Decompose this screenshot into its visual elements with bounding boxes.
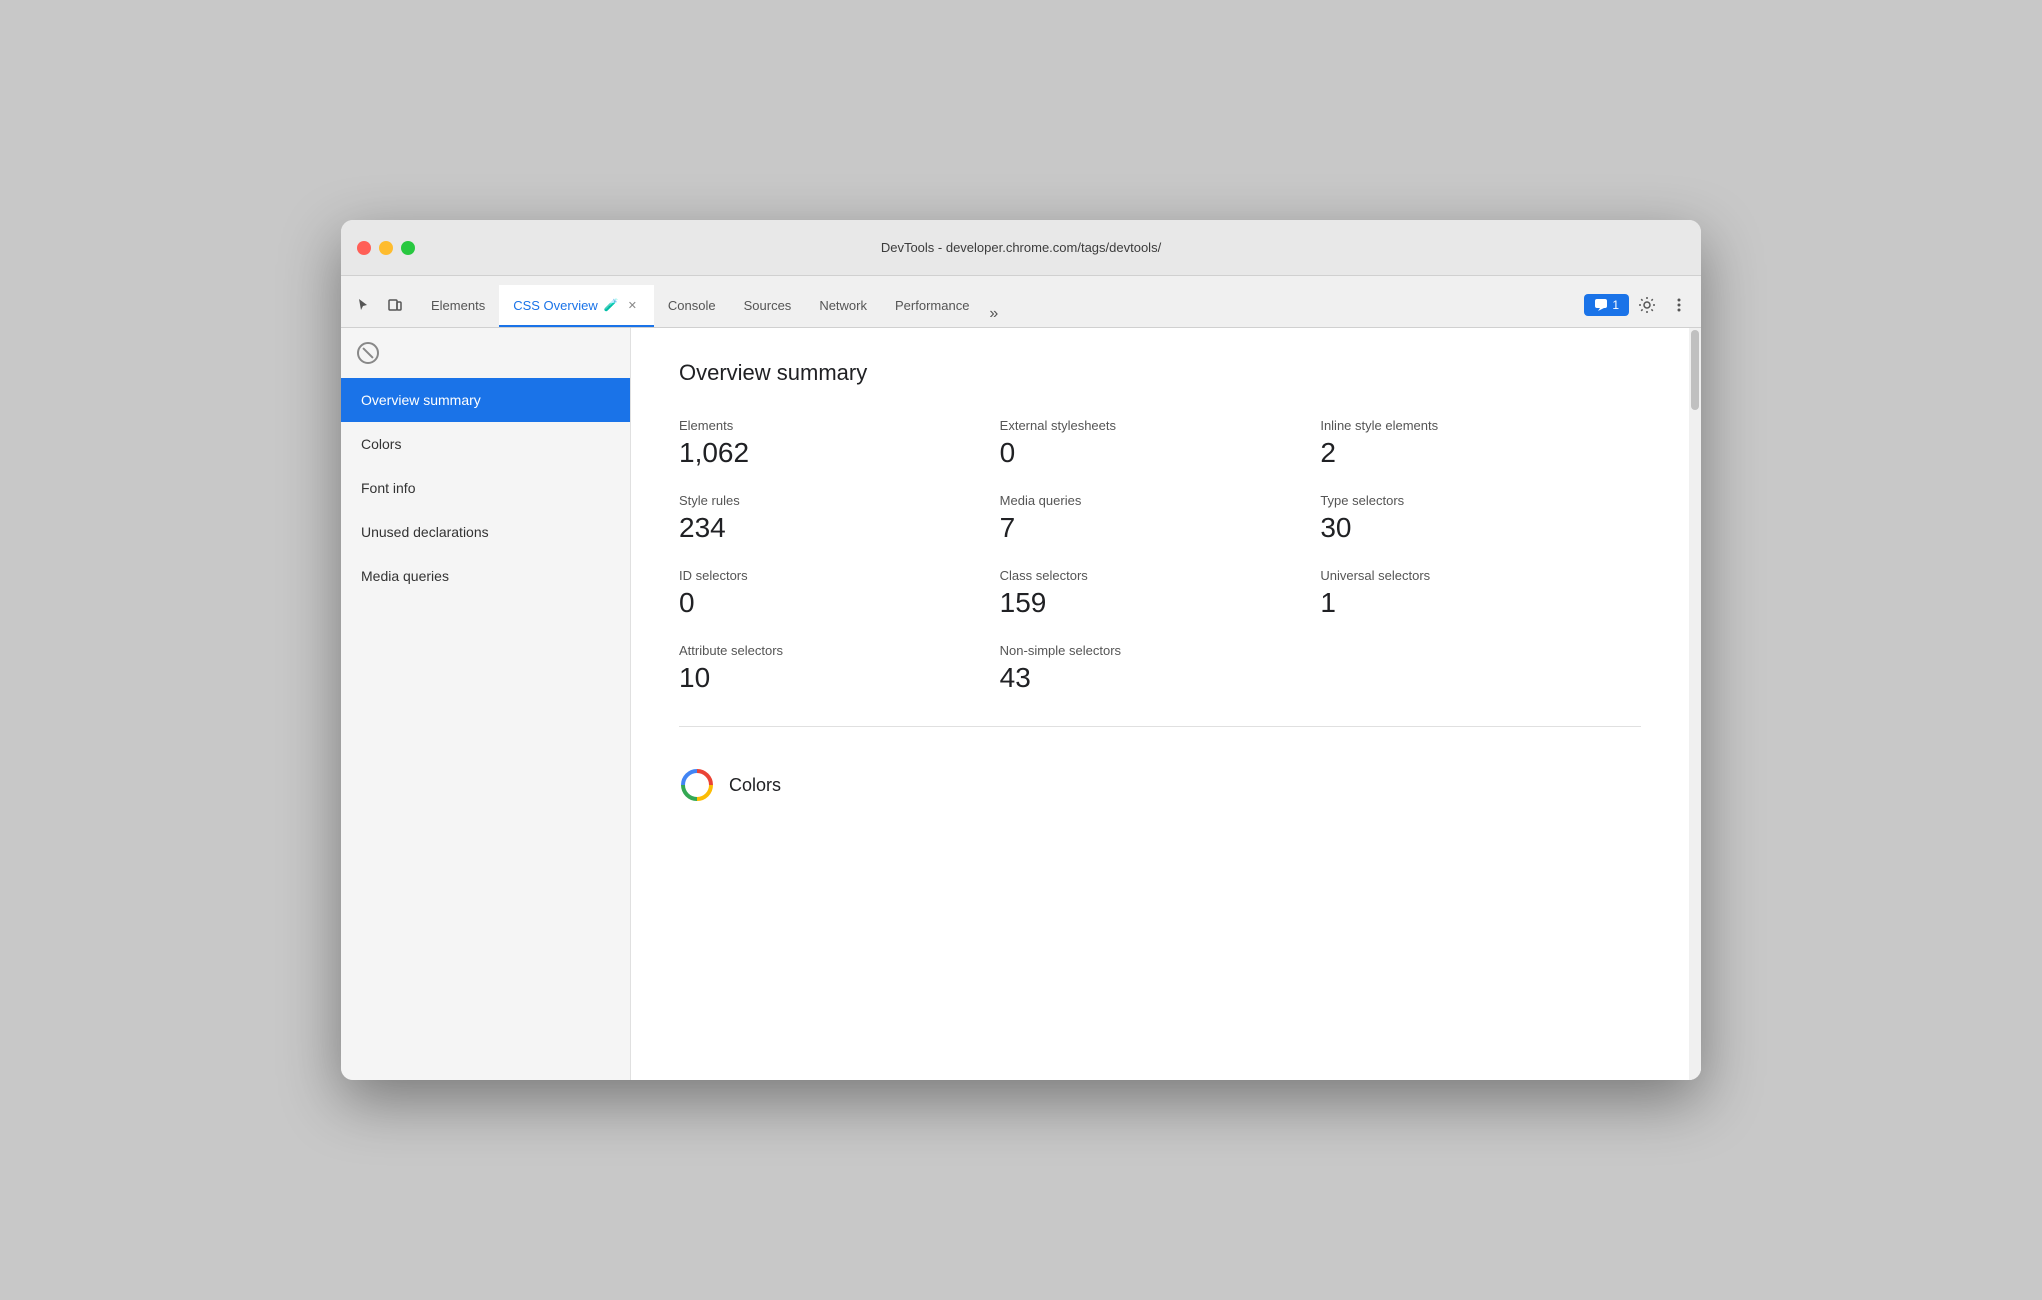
tab-sources-label: Sources (744, 298, 792, 313)
settings-icon[interactable] (1633, 291, 1661, 319)
stat-style-rules-value: 234 (679, 512, 1000, 544)
stat-universal-selectors: Universal selectors 1 (1320, 568, 1641, 619)
tab-performance[interactable]: Performance (881, 285, 983, 327)
tab-css-overview-label: CSS Overview (513, 298, 598, 313)
close-button[interactable] (357, 241, 371, 255)
stat-external-stylesheets-label: External stylesheets (1000, 418, 1321, 433)
tab-bar-right: 1 (1584, 291, 1693, 327)
stats-grid: Elements 1,062 External stylesheets 0 In… (679, 418, 1641, 694)
sidebar-item-unused-declarations-label: Unused declarations (361, 524, 489, 540)
sidebar-item-colors-label: Colors (361, 436, 401, 452)
chat-button[interactable]: 1 (1584, 294, 1629, 316)
stat-non-simple-selectors-label: Non-simple selectors (1000, 643, 1321, 658)
stat-universal-selectors-value: 1 (1320, 587, 1641, 619)
colors-section-label: Colors (729, 775, 781, 796)
sidebar-item-unused-declarations[interactable]: Unused declarations (341, 510, 630, 554)
sidebar: Overview summary Colors Font info Unused… (341, 328, 631, 1080)
stat-inline-style-elements-value: 2 (1320, 437, 1641, 469)
device-toggle-icon[interactable] (381, 291, 409, 319)
divider (679, 726, 1641, 727)
stat-elements-value: 1,062 (679, 437, 1000, 469)
stat-class-selectors-label: Class selectors (1000, 568, 1321, 583)
stat-attribute-selectors-value: 10 (679, 662, 1000, 694)
traffic-lights (357, 241, 415, 255)
more-options-icon[interactable] (1665, 291, 1693, 319)
stat-media-queries-label: Media queries (1000, 493, 1321, 508)
tab-console-label: Console (668, 298, 716, 313)
fullscreen-button[interactable] (401, 241, 415, 255)
stat-id-selectors-label: ID selectors (679, 568, 1000, 583)
stat-class-selectors-value: 159 (1000, 587, 1321, 619)
sidebar-item-media-queries-label: Media queries (361, 568, 449, 584)
sidebar-item-overview-summary[interactable]: Overview summary (341, 378, 630, 422)
no-capture-icon (357, 342, 379, 364)
devtools-body: Overview summary Colors Font info Unused… (341, 328, 1701, 1080)
stat-type-selectors-value: 30 (1320, 512, 1641, 544)
window-title: DevTools - developer.chrome.com/tags/dev… (881, 240, 1161, 255)
stat-id-selectors-value: 0 (679, 587, 1000, 619)
stat-style-rules-label: Style rules (679, 493, 1000, 508)
stat-attribute-selectors-label: Attribute selectors (679, 643, 1000, 658)
sidebar-item-font-info-label: Font info (361, 480, 415, 496)
stat-inline-style-elements: Inline style elements 2 (1320, 418, 1641, 469)
scrollbar-thumb[interactable] (1691, 330, 1699, 410)
tab-bar-controls (349, 291, 409, 327)
tab-css-overview[interactable]: CSS Overview 🧪 ✕ (499, 285, 654, 327)
tab-elements-label: Elements (431, 298, 485, 313)
tab-network[interactable]: Network (805, 285, 881, 327)
sidebar-item-overview-summary-label: Overview summary (361, 392, 481, 408)
scrollbar-track[interactable] (1689, 328, 1701, 1080)
stat-placeholder (1320, 643, 1641, 694)
stat-elements: Elements 1,062 (679, 418, 1000, 469)
experiment-icon: 🧪 (604, 298, 619, 312)
colors-section: Colors (679, 751, 1641, 819)
tab-bar: Elements CSS Overview 🧪 ✕ Console Source… (341, 276, 1701, 328)
stat-external-stylesheets-value: 0 (1000, 437, 1321, 469)
stat-style-rules: Style rules 234 (679, 493, 1000, 544)
devtools-window: DevTools - developer.chrome.com/tags/dev… (341, 220, 1701, 1080)
sidebar-header (341, 328, 630, 378)
stat-class-selectors: Class selectors 159 (1000, 568, 1321, 619)
sidebar-item-media-queries[interactable]: Media queries (341, 554, 630, 598)
main-content: Overview summary Elements 1,062 External… (631, 328, 1701, 1080)
stat-id-selectors: ID selectors 0 (679, 568, 1000, 619)
stat-type-selectors: Type selectors 30 (1320, 493, 1641, 544)
stat-media-queries-value: 7 (1000, 512, 1321, 544)
tab-elements[interactable]: Elements (417, 285, 499, 327)
stat-type-selectors-label: Type selectors (1320, 493, 1641, 508)
tab-close-icon[interactable]: ✕ (625, 298, 640, 313)
stat-media-queries: Media queries 7 (1000, 493, 1321, 544)
main-inner: Overview summary Elements 1,062 External… (631, 328, 1701, 851)
stat-elements-label: Elements (679, 418, 1000, 433)
cursor-icon[interactable] (349, 291, 377, 319)
stat-non-simple-selectors: Non-simple selectors 43 (1000, 643, 1321, 694)
stat-attribute-selectors: Attribute selectors 10 (679, 643, 1000, 694)
colors-ring-icon (679, 767, 715, 803)
sidebar-item-colors[interactable]: Colors (341, 422, 630, 466)
tab-network-label: Network (819, 298, 867, 313)
page-title: Overview summary (679, 360, 1641, 386)
chat-count: 1 (1612, 298, 1619, 312)
tab-performance-label: Performance (895, 298, 969, 313)
stat-inline-style-elements-label: Inline style elements (1320, 418, 1641, 433)
sidebar-item-font-info[interactable]: Font info (341, 466, 630, 510)
stat-non-simple-selectors-value: 43 (1000, 662, 1321, 694)
minimize-button[interactable] (379, 241, 393, 255)
tab-sources[interactable]: Sources (730, 285, 806, 327)
sidebar-nav: Overview summary Colors Font info Unused… (341, 378, 630, 1080)
stat-universal-selectors-label: Universal selectors (1320, 568, 1641, 583)
title-bar: DevTools - developer.chrome.com/tags/dev… (341, 220, 1701, 276)
tab-console[interactable]: Console (654, 285, 730, 327)
more-tabs-button[interactable]: » (983, 301, 1004, 327)
stat-external-stylesheets: External stylesheets 0 (1000, 418, 1321, 469)
